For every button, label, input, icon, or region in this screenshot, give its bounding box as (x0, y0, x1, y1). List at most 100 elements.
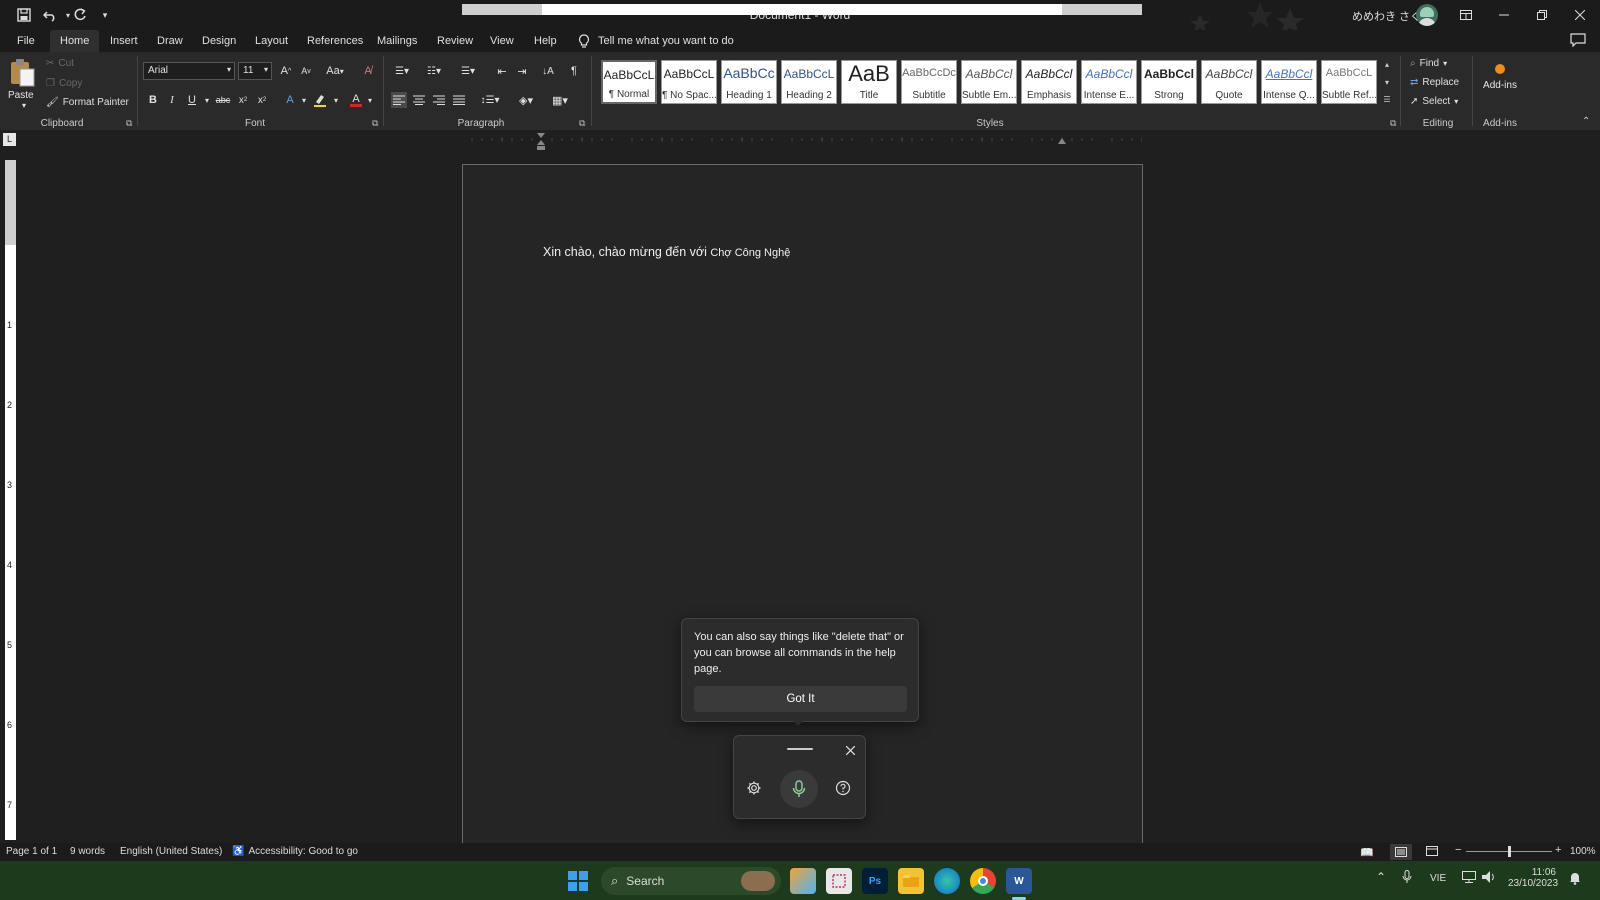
strikethrough-icon[interactable]: abc (215, 92, 231, 108)
save-icon[interactable] (14, 5, 34, 25)
chevron-down-icon[interactable]: ▾ (1385, 78, 1389, 87)
tab-mailings[interactable]: Mailings (371, 33, 423, 49)
style-subtitle[interactable]: AaBbCcDc Subtitle (901, 60, 957, 104)
text-effects-dropdown-icon[interactable]: ▾ (296, 92, 312, 108)
subscript-icon[interactable]: x2 (235, 92, 251, 108)
right-indent-marker[interactable] (1057, 138, 1067, 146)
web-layout-icon[interactable] (1426, 846, 1438, 856)
chrome-browser-icon[interactable] (970, 868, 996, 894)
multilevel-list-icon[interactable]: ☰▾ (456, 63, 480, 79)
photoshop-icon[interactable]: Ps (862, 868, 888, 894)
style-subtle-reference[interactable]: AaBbCcL Subtle Ref... (1321, 60, 1377, 104)
grow-font-icon[interactable]: A ^ (278, 63, 294, 79)
vertical-ruler[interactable] (5, 160, 16, 840)
bold-icon[interactable]: B (145, 92, 161, 108)
highlight-icon[interactable] (312, 92, 328, 108)
style-normal[interactable]: AaBbCcL ¶ Normal (601, 60, 657, 104)
shading-icon[interactable]: ◈▾ (514, 92, 538, 108)
zoom-level[interactable]: 100% (1570, 846, 1596, 857)
shrink-font-icon[interactable]: Av (298, 63, 314, 79)
close-icon[interactable] (1560, 0, 1600, 30)
paste-button[interactable]: Paste ▾ (8, 58, 40, 114)
tab-insert[interactable]: Insert (104, 33, 144, 49)
font-launcher-icon[interactable]: ⧉ (372, 118, 378, 129)
justify-icon[interactable] (451, 92, 467, 108)
style-title[interactable]: AaB Title (841, 60, 897, 104)
page-count[interactable]: Page 1 of 1 (6, 846, 57, 857)
close-dictation-icon[interactable] (842, 742, 858, 758)
word-count[interactable]: 9 words (70, 846, 105, 857)
style-emphasis[interactable]: AaBbCcl Emphasis (1021, 60, 1077, 104)
volume-icon[interactable] (1482, 871, 1496, 883)
align-left-icon[interactable] (391, 92, 407, 108)
highlight-dropdown-icon[interactable]: ▾ (328, 92, 344, 108)
style-intense-emphasis[interactable]: AaBbCcl Intense E... (1081, 60, 1137, 104)
more-styles-icon[interactable]: ☰ (1383, 95, 1390, 104)
tab-home[interactable]: Home (50, 30, 100, 52)
format-painter-button[interactable]: 🖌 Format Painter (46, 97, 129, 108)
undo-icon[interactable] (40, 5, 60, 25)
help-icon[interactable] (835, 780, 853, 798)
styles-scroll[interactable]: ▴ ▾ ☰ (1381, 60, 1393, 104)
align-right-icon[interactable] (431, 92, 447, 108)
redo-icon[interactable] (70, 5, 90, 25)
ribbon-display-options-icon[interactable] (1446, 0, 1486, 30)
style-intense-quote[interactable]: AaBbCcl Intense Q... (1261, 60, 1317, 104)
notification-bell-icon[interactable] (1569, 871, 1581, 885)
copy-button[interactable]: ❐ Copy (46, 78, 82, 89)
zoom-slider-thumb[interactable] (1508, 846, 1511, 857)
tab-review[interactable]: Review (431, 33, 479, 49)
style-strong[interactable]: AaBbCcl Strong (1141, 60, 1197, 104)
styles-launcher-icon[interactable]: ⧉ (1390, 118, 1396, 129)
italic-icon[interactable]: I (164, 92, 180, 108)
tab-references[interactable]: References (301, 33, 369, 49)
gear-icon[interactable] (746, 780, 764, 798)
avatar[interactable] (1416, 4, 1438, 26)
zoom-in-icon[interactable]: + (1555, 844, 1561, 856)
underline-dropdown-icon[interactable]: ▾ (199, 92, 215, 108)
paragraph-launcher-icon[interactable]: ⧉ (579, 118, 585, 129)
drag-handle[interactable] (787, 748, 813, 752)
taskbar-search[interactable]: ⌕ Search (601, 867, 781, 895)
replace-button[interactable]: ⇄ Replace (1410, 77, 1459, 88)
tab-view[interactable]: View (484, 33, 520, 49)
style-heading-1[interactable]: AaBbCc Heading 1 (721, 60, 777, 104)
clock[interactable]: 11:06 23/10/2023 (1508, 867, 1558, 889)
tab-file[interactable]: File (11, 33, 41, 49)
tab-layout[interactable]: Layout (249, 33, 294, 49)
tab-design[interactable]: Design (196, 33, 242, 49)
edge-browser-icon[interactable] (934, 868, 960, 894)
sort-icon[interactable]: ↓A (540, 63, 556, 79)
horizontal-ruler[interactable] (462, 4, 1142, 15)
zoom-out-icon[interactable]: − (1455, 844, 1461, 856)
align-center-icon[interactable] (411, 92, 427, 108)
chevron-up-icon[interactable]: ▴ (1385, 60, 1389, 69)
collapse-ribbon-icon[interactable]: ⌃ (1582, 116, 1590, 127)
font-name-select[interactable]: Arial ▾ (143, 62, 235, 80)
widgets-app-icon[interactable] (790, 868, 816, 894)
accessibility-status[interactable]: ♿ Accessibility: Good to go (232, 846, 358, 857)
minimize-icon[interactable] (1484, 0, 1524, 30)
document-text[interactable]: Xin chào, chào mừng đến với Chợ Công Ngh… (543, 245, 790, 259)
change-case-button[interactable]: Aa ▾ (322, 63, 348, 79)
clipboard-launcher-icon[interactable]: ⧉ (126, 118, 132, 129)
windows-start-icon[interactable] (568, 871, 588, 891)
file-explorer-icon[interactable] (898, 868, 924, 894)
read-mode-icon[interactable]: 📖 (1360, 846, 1374, 859)
style-subtle-emphasis[interactable]: AaBbCcl Subtle Em... (961, 60, 1017, 104)
tab-draw[interactable]: Draw (151, 33, 189, 49)
tell-me-search[interactable]: Tell me what you want to do (578, 34, 734, 48)
style-quote[interactable]: AaBbCcl Quote (1201, 60, 1257, 104)
chevron-up-icon[interactable]: ⌃ (1376, 870, 1386, 884)
style-no-spacing[interactable]: AaBbCcL ¶ No Spac... (661, 60, 717, 104)
bullets-icon[interactable]: ☰▾ (390, 63, 414, 79)
indent-marker[interactable] (536, 133, 546, 151)
customize-icon[interactable]: ▾ (95, 5, 115, 25)
input-language[interactable]: VIE (1430, 873, 1446, 884)
increase-indent-icon[interactable]: ⇥ (514, 63, 530, 79)
language-status[interactable]: English (United States) (120, 846, 222, 857)
borders-icon[interactable]: ▦▾ (548, 92, 572, 108)
underline-icon[interactable]: U (184, 92, 200, 108)
comments-icon[interactable] (1570, 33, 1588, 49)
tab-selector[interactable]: L (3, 133, 16, 146)
